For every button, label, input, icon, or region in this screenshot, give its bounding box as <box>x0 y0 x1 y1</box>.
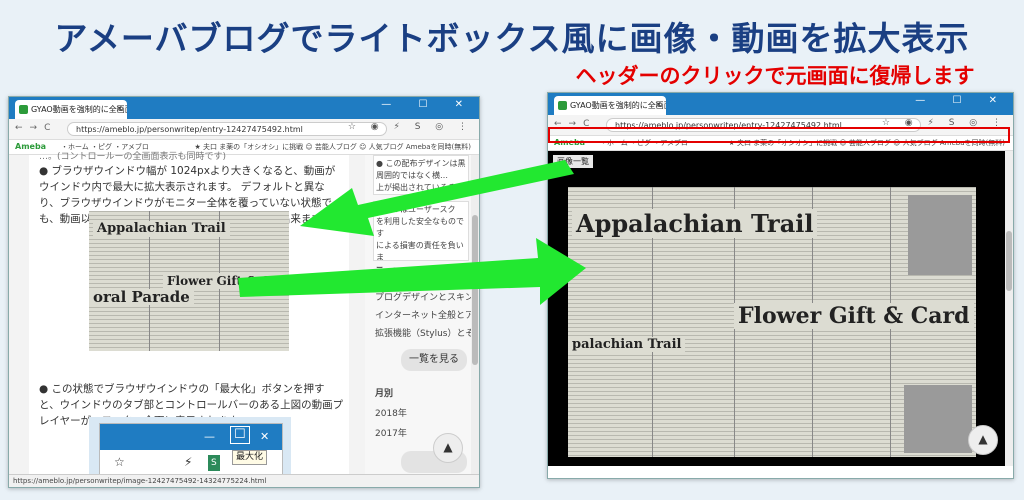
scrollbar[interactable] <box>1005 151 1013 466</box>
newspaper-sub: palachian Trail <box>568 337 686 352</box>
maximize-button[interactable]: ☐ <box>230 426 250 444</box>
maximize-demo-titlebar: — ☐ ✕ <box>100 424 282 450</box>
subhead: ヘッダーのクリックで元画面に復帰します <box>575 64 975 88</box>
scroll-top-button[interactable]: ▲ <box>968 425 998 455</box>
status-bar: https://ameblo.jp/personwritep/image-124… <box>9 474 479 487</box>
newspaper-image[interactable]: Appalachian Trail Flower Gift & Card ora… <box>89 211 289 351</box>
theme-item-3[interactable]: 拡張機能（Stylus）とそのス <box>375 327 471 341</box>
headline: アメーバブログでライトボックス風に画像・動画を拡大表示 <box>54 19 970 58</box>
tab-close-icon[interactable]: × <box>654 96 662 115</box>
theme-item-1[interactable]: プログデザインとスキン編集 <box>375 291 471 305</box>
s-extension-icon[interactable]: S <box>208 455 220 471</box>
year-2018[interactable]: 2018年 <box>375 407 407 421</box>
toolbar-icons[interactable]: ☆ ◉ ⚡ S ◎ ⋮ <box>348 122 473 132</box>
month-heading: 月別 <box>375 389 394 399</box>
tab-bar: GYAO動画を強制的に全画面表示させ… × — ☐ ✕ <box>548 93 1013 115</box>
newspaper-parade: oral Parade <box>89 289 194 305</box>
right-browser-window: GYAO動画を強制的に全画面表示させ… × — ☐ ✕ ←→C https://… <box>547 92 1014 479</box>
sidebar: ● この配布デザインは黒 周囲的ではなく横… 上が掲出されているぞ… ツールはユ… <box>365 155 471 475</box>
year-2017[interactable]: 2017年 <box>375 427 407 441</box>
scrollbar-thumb[interactable] <box>1006 231 1012 291</box>
lightbox-overlay[interactable]: 画像一覧 Appalachian Trail Flower Gift & Car… <box>548 151 1013 466</box>
newspaper-photo <box>904 385 972 453</box>
minimize-button[interactable]: — <box>204 429 215 445</box>
window-controls[interactable]: — ☐ ✕ <box>915 95 1009 106</box>
browser-tab[interactable]: GYAO動画を強制的に全画面表示させ… × <box>15 100 127 119</box>
newspaper-banner: Flower Gift & Card <box>734 303 974 329</box>
favicon-icon <box>558 101 567 110</box>
tab-title: GYAO動画を強制的に全画面表示させ… <box>31 105 127 114</box>
url-input[interactable]: https://ameblo.jp/personwritep/entry-124… <box>67 122 387 136</box>
window-controls[interactable]: — ☐ ✕ <box>381 99 475 110</box>
star-icon[interactable]: ☆ <box>114 454 125 470</box>
nav-buttons[interactable]: ←→C <box>15 123 57 133</box>
close-button[interactable]: ✕ <box>260 429 269 445</box>
maximize-demo-image: — ☐ ✕ 最大化 ☆ ⚡ S <box>89 417 291 487</box>
newspaper-photo <box>908 195 972 275</box>
page-body: …。(コントロールーの全画面表示も同時です) ● ブラウザウインドウ幅が 102… <box>9 152 479 487</box>
bolt-icon[interactable]: ⚡ <box>184 454 192 470</box>
header-highlight-box <box>548 127 1010 143</box>
maximize-tooltip: 最大化 <box>232 450 268 465</box>
newspaper-title: Appalachian Trail <box>93 221 230 237</box>
lightbox-newspaper-image[interactable]: Appalachian Trail Flower Gift & Card pal… <box>568 187 976 457</box>
sidebar-box-2: ツールはユーザースク を利用した安全なものです による損害の責任を負いま もとで… <box>373 201 469 261</box>
browser-tab[interactable]: GYAO動画を強制的に全画面表示させ… × <box>554 96 666 115</box>
scrollbar[interactable] <box>471 155 479 475</box>
theme-item-2[interactable]: インターネット全般とアプリ <box>375 309 471 323</box>
scrollbar-thumb[interactable] <box>472 215 478 365</box>
theme-heading: テーマ <box>375 267 403 277</box>
tab-title: GYAO動画を強制的に全画面表示させ… <box>570 101 666 110</box>
view-list-button[interactable]: 一覧を見る <box>401 349 467 371</box>
tab-close-icon[interactable]: × <box>115 100 123 119</box>
url-bar: ←→C https://ameblo.jp/personwritep/entry… <box>9 119 479 140</box>
newspaper-banner: Flower Gift & Card <box>163 273 289 289</box>
left-browser-window: GYAO動画を強制的に全画面表示させ… × — ☐ ✕ ←→C https://… <box>8 96 480 488</box>
newspaper-title: Appalachian Trail <box>572 209 818 238</box>
sidebar-box-1: ● この配布デザインは黒 周囲的ではなく横… 上が掲出されているぞ… <box>373 155 469 195</box>
scroll-top-button[interactable]: ▲ <box>433 433 463 463</box>
favicon-icon <box>19 105 28 114</box>
tab-bar: GYAO動画を強制的に全画面表示させ… × — ☐ ✕ <box>9 97 479 119</box>
article: …。(コントロールーの全画面表示も同時です) ● ブラウザウインドウ幅が 102… <box>29 152 349 487</box>
image-list-button[interactable]: 画像一覧 <box>553 155 593 168</box>
